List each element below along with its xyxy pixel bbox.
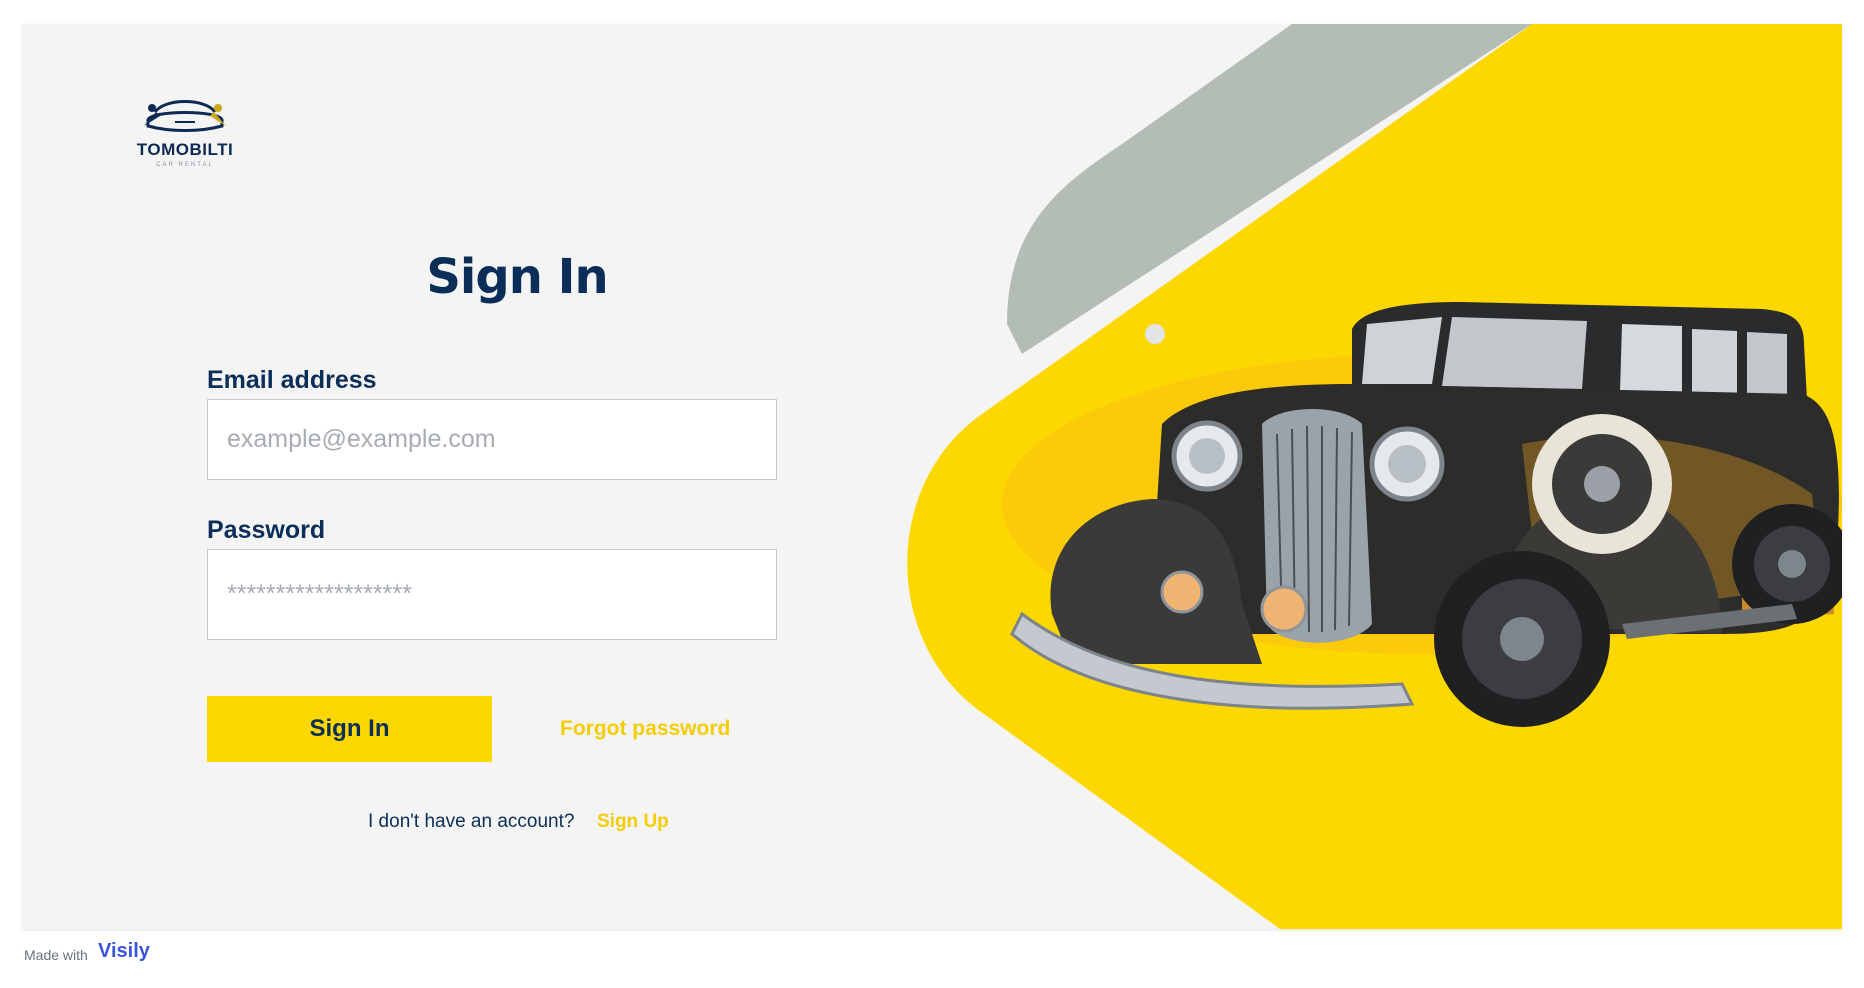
sign-in-button[interactable]: Sign In	[207, 696, 492, 762]
visily-logo-link[interactable]: Visily	[98, 940, 150, 963]
page-title: Sign In	[426, 249, 608, 305]
forgot-password-link[interactable]: Forgot password	[560, 717, 730, 741]
brand-logo[interactable]: TOMOBILTI CAR RENTAL	[130, 90, 250, 190]
car-logo-icon	[144, 100, 226, 132]
password-field[interactable]	[207, 549, 777, 640]
signin-page: TOMOBILTI CAR RENTAL Sign In Email addre…	[22, 24, 1842, 929]
brand-tagline: CAR RENTAL	[156, 162, 214, 168]
no-account-text: I don't have an account?	[368, 811, 575, 832]
password-label: Password	[207, 516, 326, 544]
sign-up-link[interactable]: Sign Up	[597, 811, 669, 833]
email-field[interactable]	[207, 399, 777, 480]
made-with-label: Made with	[24, 947, 88, 963]
email-label: Email address	[207, 366, 377, 394]
brand-name: TOMOBILTI	[136, 140, 234, 159]
